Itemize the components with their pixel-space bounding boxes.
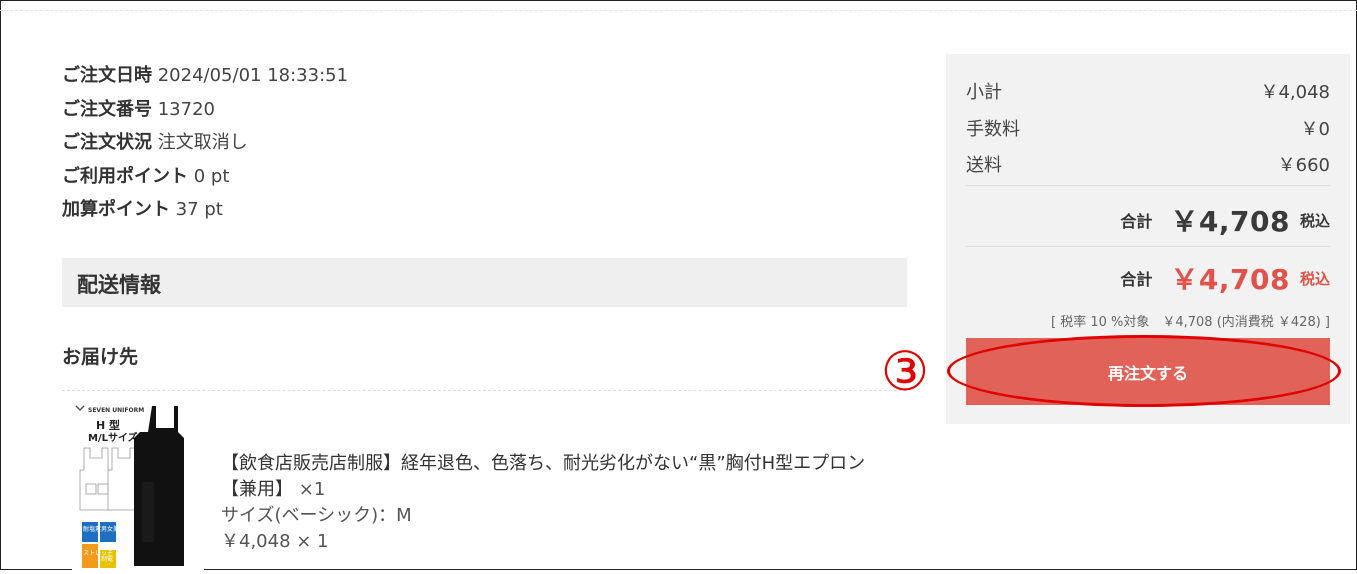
order-status-label: ご注文状況 — [62, 132, 152, 153]
order-summary-panel: 小計 ￥4,048 手数料 ￥0 送料 ￥660 合計 ￥4,708 税込 合計 ￥4… — [946, 54, 1350, 424]
earned-points-label: 加算ポイント — [62, 199, 170, 220]
summary-divider-2 — [966, 246, 1330, 247]
earned-points-row: 加算ポイント 37 pt — [62, 196, 348, 230]
product-price-qty: ￥4,048 × 1 — [221, 531, 329, 552]
type-line-2: M/Lサイズ — [88, 431, 138, 444]
used-points-label: ご利用ポイント — [62, 165, 188, 187]
apron-illustration: SEVEN UNIFORM H 型 M/Lサイズ 耐塩素 男女兼用 ストレッチ … — [72, 402, 204, 570]
subtotal-value: ￥4,048 — [1260, 82, 1330, 103]
reorder-button[interactable]: 再注文する — [966, 338, 1330, 405]
product-divider — [62, 390, 907, 391]
total-label: 合計 — [1120, 212, 1153, 231]
product-quantity: ×1 — [298, 479, 326, 500]
top-divider — [0, 10, 1357, 11]
order-number-label: ご注文番号 — [62, 98, 152, 120]
used-points-value: 0 pt — [193, 165, 230, 187]
grand-total-label: 合計 — [1120, 270, 1153, 289]
grand-total-row: 合計 ￥4,708 税込 — [1120, 258, 1330, 298]
product-title-suffix: 【兼用】 — [221, 479, 293, 500]
shipping-section-header: 配送情報 — [62, 258, 907, 307]
grand-total-value: ￥4,708 — [1170, 263, 1290, 296]
order-info: ご注文日時 2024/05/01 18:33:51 ご注文番号 13720 ご注… — [62, 62, 348, 230]
used-points-row: ご利用ポイント 0 pt — [62, 163, 348, 197]
order-date-value: 2024/05/01 18:33:51 — [157, 65, 349, 86]
product-image[interactable]: SEVEN UNIFORM H 型 M/Lサイズ 耐塩素 男女兼用 ストレッチ … — [72, 402, 204, 570]
subtotal-label: 小計 — [966, 82, 1002, 103]
summary-divider-1 — [966, 185, 1330, 186]
grand-total-tax-included: 税込 — [1299, 269, 1330, 288]
brand-logo-text: SEVEN UNIFORM — [88, 407, 144, 414]
product-title-line-2: 【兼用】 ×1 — [221, 477, 865, 503]
product-title[interactable]: 【飲食店販売店制服】経年退色、色落ち、耐光劣化がない“黒”胸付H型エプロン — [221, 453, 865, 474]
shipping-heading: 配送情報 — [77, 273, 161, 297]
tax-breakdown-note: [ 税率 10 %対象 ￥4,708 (内消費税 ￥428) ] — [1050, 315, 1330, 330]
fee-label: 手数料 — [966, 119, 1020, 140]
badge-antistatic: 制電 — [101, 555, 113, 563]
order-date-row: ご注文日時 2024/05/01 18:33:51 — [62, 62, 348, 96]
total-tax-included: 税込 — [1299, 211, 1330, 230]
order-date-label: ご注文日時 — [62, 65, 152, 86]
order-status-row: ご注文状況 注文取消し — [62, 129, 348, 163]
badge-unisex: 男女兼用 — [101, 525, 125, 533]
step-number-badge: ③ — [880, 340, 930, 403]
badge-chlorine: 耐塩素 — [83, 525, 101, 533]
shipping-fee-label: 送料 — [966, 155, 1002, 176]
destination-heading: お届け先 — [62, 346, 139, 368]
shipping-fee-value: ￥660 — [1277, 155, 1330, 176]
total-row: 合計 ￥4,708 税込 — [1120, 200, 1330, 240]
product-details: 【飲食店販売店制服】経年退色、色落ち、耐光劣化がない“黒”胸付H型エプロン 【兼… — [221, 451, 865, 555]
order-number-value: 13720 — [157, 98, 215, 120]
order-status-value: 注文取消し — [157, 132, 248, 153]
product-title-line: 【飲食店販売店制服】経年退色、色落ち、耐光劣化がない“黒”胸付H型エプロン — [221, 451, 865, 477]
product-size: サイズ(ベーシック)：M — [221, 505, 412, 526]
order-number-row: ご注文番号 13720 — [62, 96, 348, 130]
earned-points-value: 37 pt — [175, 199, 223, 220]
type-line-1: H 型 — [96, 418, 120, 432]
total-value: ￥4,708 — [1170, 205, 1290, 238]
fee-value: ￥0 — [1300, 119, 1330, 140]
